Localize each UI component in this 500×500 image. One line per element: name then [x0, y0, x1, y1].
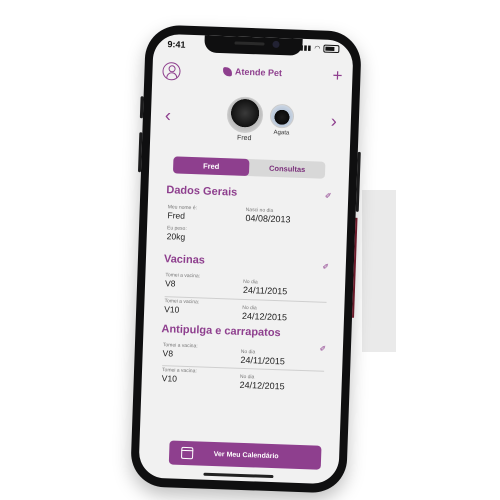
pet-name: Agata — [273, 129, 290, 137]
battery-icon — [323, 44, 340, 54]
section-title-antiparasitic: Antipulga e carrapatos — [161, 323, 281, 340]
avatar — [226, 96, 264, 134]
name-value: Fred — [167, 210, 186, 221]
chevron-left-icon[interactable]: ‹ — [165, 105, 172, 125]
app-header: Atende Pet + — [152, 60, 353, 91]
edit-icon[interactable]: ✏ — [323, 190, 334, 201]
tab-consultas[interactable]: Consultas — [249, 159, 326, 179]
calendar-icon — [180, 446, 194, 460]
home-indicator — [203, 472, 274, 479]
status-time: 9:41 — [167, 39, 186, 50]
edit-icon[interactable]: ✏ — [318, 343, 329, 354]
background-panel — [362, 190, 396, 352]
status-icons: ▮▮▮ ◠ — [299, 44, 340, 54]
section-title-vaccines: Vacinas — [163, 253, 206, 267]
logo-mark — [222, 66, 233, 76]
tab-bar: Fred Consultas — [172, 156, 326, 179]
edit-icon[interactable]: ✏ — [321, 261, 332, 272]
volume-button — [137, 132, 143, 173]
vaccine-date: 24/12/2015 — [241, 310, 288, 323]
antiparasitic-date: 24/12/2015 — [239, 379, 285, 392]
pet-agata[interactable]: Agata — [266, 103, 297, 137]
front-camera — [272, 40, 280, 49]
weight-value: 20kg — [166, 231, 186, 242]
phone-frame: 9:41 ▮▮▮ ◠ Atende Pet + ‹ Fred Agata › F… — [130, 24, 362, 494]
section-title-general: Dados Gerais — [166, 184, 238, 199]
add-icon[interactable]: + — [332, 66, 343, 85]
speaker — [234, 41, 265, 46]
pet-fred[interactable]: Fred — [222, 96, 268, 143]
pet-selector: ‹ Fred Agata › — [150, 94, 352, 153]
calendar-button-label: Ver Meu Calendário — [213, 450, 279, 460]
profile-icon[interactable] — [162, 61, 181, 81]
chevron-right-icon[interactable]: › — [331, 111, 338, 131]
avatar — [269, 103, 295, 129]
vaccine-date: 24/11/2015 — [242, 284, 288, 297]
antiparasitic-value: V8 — [162, 348, 174, 359]
mute-switch — [139, 96, 144, 119]
vaccine-value: V10 — [164, 304, 180, 315]
birth-value: 04/08/2013 — [245, 212, 291, 225]
app-logo: Atende Pet — [222, 66, 283, 79]
vaccine-value: V8 — [164, 278, 176, 289]
signal-icon: ▮▮▮ — [299, 44, 312, 53]
app-screen: 9:41 ▮▮▮ ◠ Atende Pet + ‹ Fred Agata › F… — [138, 33, 354, 485]
logo-text: Atende Pet — [234, 66, 283, 79]
pet-name: Fred — [236, 134, 252, 143]
calendar-button[interactable]: Ver Meu Calendário — [168, 440, 322, 470]
antiparasitic-date: 24/11/2015 — [240, 354, 286, 367]
side-accent — [352, 217, 358, 318]
power-button — [355, 151, 361, 212]
notch — [204, 35, 303, 56]
antiparasitic-value: V10 — [161, 373, 178, 384]
wifi-icon: ◠ — [314, 45, 321, 53]
tab-fred[interactable]: Fred — [172, 156, 250, 177]
